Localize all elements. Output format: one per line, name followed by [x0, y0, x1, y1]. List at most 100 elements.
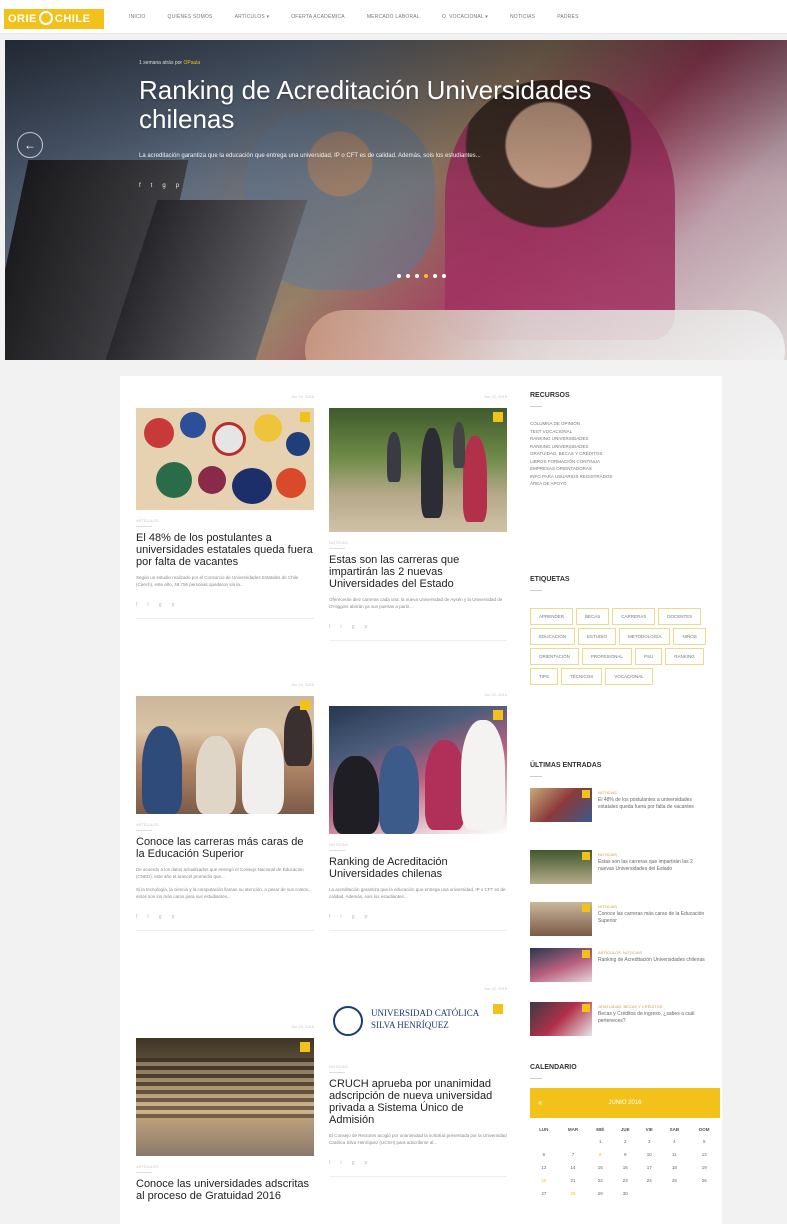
- latest-entry[interactable]: NOTICIAS Conoce las carreras más caras d…: [530, 902, 720, 936]
- calendar-day[interactable]: 25: [660, 1174, 688, 1187]
- latest-entry[interactable]: NOTICIAS Estas son las carreras que impa…: [530, 850, 720, 884]
- entry-thumbnail[interactable]: [530, 948, 592, 982]
- resource-link[interactable]: COLUMNA DE OPINIÓN: [530, 420, 612, 428]
- post-title[interactable]: Ranking de Acreditación Universidades ch…: [329, 856, 507, 880]
- google-plus-icon[interactable]: g: [162, 183, 165, 189]
- pinterest-icon[interactable]: p: [172, 602, 175, 608]
- menu-item-inicio[interactable]: INICIO: [118, 14, 156, 20]
- menu-item-quienes-somos[interactable]: QUIÉNES SOMOS: [156, 14, 223, 20]
- resource-link[interactable]: RANKING UNIVERSIDADES: [530, 435, 612, 443]
- slider-prev-arrow-icon[interactable]: ←: [17, 132, 43, 158]
- entry-title[interactable]: El 48% de los postulantes a universidade…: [598, 797, 708, 810]
- calendar-day[interactable]: 18: [660, 1161, 688, 1174]
- facebook-icon[interactable]: f: [329, 624, 330, 630]
- menu-item-o-vocacional[interactable]: O. VOCACIONAL ▾: [431, 14, 499, 20]
- google-plus-icon[interactable]: g: [352, 914, 355, 920]
- facebook-icon[interactable]: f: [136, 602, 137, 608]
- entry-title[interactable]: Conoce las carreras más caras de la Educ…: [598, 911, 708, 924]
- twitter-icon[interactable]: t: [147, 914, 148, 920]
- twitter-icon[interactable]: t: [147, 602, 148, 608]
- post-image[interactable]: [136, 408, 314, 510]
- post-title[interactable]: Conoce las carreras más caras de la Educ…: [136, 836, 314, 860]
- calendar-day[interactable]: 10: [638, 1148, 660, 1161]
- post-image[interactable]: [329, 408, 507, 532]
- entry-thumbnail[interactable]: [530, 1002, 592, 1036]
- calendar-day[interactable]: 12: [689, 1148, 720, 1161]
- hero-title[interactable]: Ranking de Acreditación Universidades ch…: [139, 76, 659, 134]
- post-image[interactable]: [136, 1038, 314, 1156]
- google-plus-icon[interactable]: g: [159, 914, 162, 920]
- calendar-day[interactable]: 17: [638, 1161, 660, 1174]
- calendar-day[interactable]: 7: [558, 1148, 589, 1161]
- hero-slider[interactable]: 1 semana atrás por OPaula Ranking de Acr…: [5, 40, 787, 360]
- resource-link[interactable]: EMPRESAS ORIENTADORAS: [530, 465, 612, 473]
- pinterest-icon[interactable]: p: [176, 183, 179, 189]
- google-plus-icon[interactable]: g: [352, 624, 355, 630]
- latest-entry[interactable]: GRATUIDAD, BECAS Y CRÉDITOS Becas y Créd…: [530, 1002, 720, 1036]
- tag[interactable]: TÉCNICOS: [561, 668, 603, 685]
- calendar-day[interactable]: 30: [612, 1187, 638, 1200]
- calendar-day[interactable]: 9: [612, 1148, 638, 1161]
- calendar-day[interactable]: 8: [588, 1148, 612, 1161]
- calendar-day[interactable]: 28: [558, 1187, 589, 1200]
- pinterest-icon[interactable]: p: [365, 624, 368, 630]
- entry-thumbnail[interactable]: [530, 788, 592, 822]
- facebook-icon[interactable]: f: [329, 1160, 330, 1166]
- menu-item-padres[interactable]: PADRES: [546, 14, 589, 20]
- post-category[interactable]: NOTICIAS: [329, 540, 507, 549]
- calendar-day[interactable]: 24: [638, 1174, 660, 1187]
- post-category[interactable]: ARTÍCULOS: [136, 822, 314, 831]
- calendar-day[interactable]: 1: [588, 1135, 612, 1148]
- post-title[interactable]: CRUCH aprueba por unanimidad adscripción…: [329, 1078, 507, 1126]
- tag[interactable]: NIÑOS: [673, 628, 706, 645]
- facebook-icon[interactable]: f: [139, 183, 141, 189]
- post-image[interactable]: [329, 706, 507, 834]
- calendar-day[interactable]: 21: [558, 1174, 589, 1187]
- pinterest-icon[interactable]: p: [365, 1160, 368, 1166]
- latest-entry[interactable]: NOTICIAS El 48% de los postulantes a uni…: [530, 788, 720, 822]
- resource-link[interactable]: RANKING UNIVERSIDADES: [530, 443, 612, 451]
- site-logo[interactable]: ORIE CHILE: [4, 9, 104, 29]
- pinterest-icon[interactable]: p: [365, 914, 368, 920]
- calendar-day[interactable]: 16: [612, 1161, 638, 1174]
- tag[interactable]: TIPS: [530, 668, 559, 685]
- post-title[interactable]: Conoce las universidades adscritas al pr…: [136, 1178, 314, 1202]
- calendar-day[interactable]: 13: [530, 1161, 558, 1174]
- calendar-day[interactable]: 22: [588, 1174, 612, 1187]
- calendar-day[interactable]: 14: [558, 1161, 589, 1174]
- tag[interactable]: EDUCACIÓN: [530, 628, 576, 645]
- post-image[interactable]: [136, 696, 314, 814]
- google-plus-icon[interactable]: g: [352, 1160, 355, 1166]
- twitter-icon[interactable]: t: [151, 183, 153, 189]
- tag[interactable]: APRENDER: [530, 608, 574, 625]
- menu-item-articulos[interactable]: ARTÍCULOS ▾: [224, 14, 281, 20]
- calendar-day[interactable]: 11: [660, 1148, 688, 1161]
- entry-category[interactable]: NOTICIAS: [598, 790, 617, 795]
- calendar-prev-icon[interactable]: «: [538, 1088, 542, 1118]
- twitter-icon[interactable]: t: [340, 914, 341, 920]
- entry-category[interactable]: NOTICIAS: [598, 852, 617, 857]
- resource-link[interactable]: INFO PARA USUARIOS REGISTRADOS: [530, 473, 612, 481]
- twitter-icon[interactable]: t: [340, 624, 341, 630]
- tag[interactable]: ESTUDIO: [578, 628, 617, 645]
- tag[interactable]: ORIENTACIÓN: [530, 648, 579, 665]
- post-title[interactable]: El 48% de los postulantes a universidade…: [136, 532, 314, 568]
- post-category[interactable]: NOTICIAS: [329, 1064, 507, 1073]
- calendar-day[interactable]: 6: [530, 1148, 558, 1161]
- entry-thumbnail[interactable]: [530, 850, 592, 884]
- twitter-icon[interactable]: t: [340, 1160, 341, 1166]
- menu-item-mercado-laboral[interactable]: MERCADO LABORAL: [356, 14, 431, 20]
- post-category[interactable]: ARTÍCULOS: [136, 1164, 314, 1173]
- calendar-day[interactable]: 5: [689, 1135, 720, 1148]
- pinterest-icon[interactable]: p: [172, 914, 175, 920]
- entry-category[interactable]: ARTÍCULOS, NOTICIAS: [598, 950, 642, 955]
- tag[interactable]: PROFESIONAL: [581, 648, 632, 665]
- calendar-day[interactable]: 3: [638, 1135, 660, 1148]
- post-category[interactable]: NOTICIAS: [329, 842, 507, 851]
- tag[interactable]: METODOLOGÍA: [619, 628, 671, 645]
- calendar-day[interactable]: 2: [612, 1135, 638, 1148]
- menu-item-noticias[interactable]: NOTICIAS: [499, 14, 546, 20]
- tag[interactable]: CARRERAS: [612, 608, 656, 625]
- latest-entry[interactable]: ARTÍCULOS, NOTICIAS Ranking de Acreditac…: [530, 948, 720, 982]
- post-title[interactable]: Estas son las carreras que impartirán la…: [329, 554, 507, 590]
